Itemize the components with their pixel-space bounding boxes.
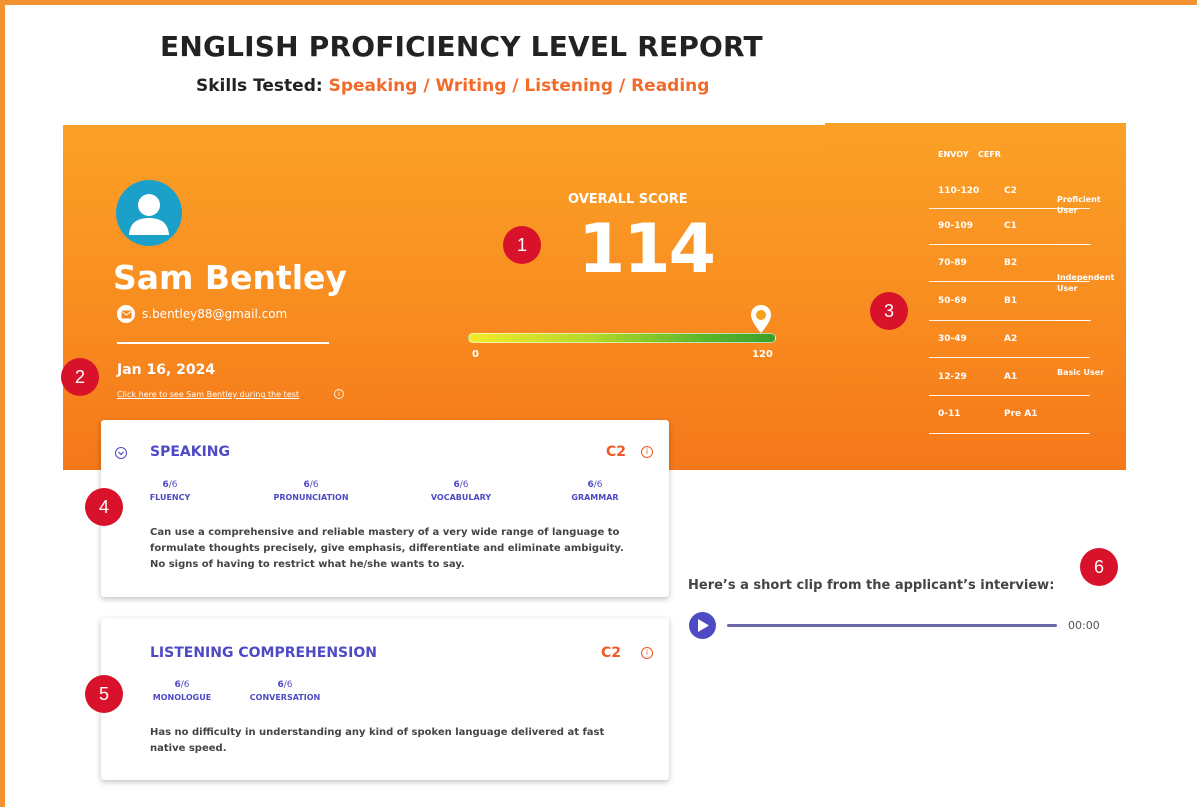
subscore-label: CONVERSATION	[249, 693, 321, 702]
listening-level: C2	[601, 645, 622, 661]
subscore-vocabulary: 6/6 VOCABULARY	[421, 480, 501, 502]
candidate-email[interactable]: s.bentley88@gmail.com	[142, 307, 287, 321]
skills-label: Skills Tested:	[196, 76, 323, 96]
avatar-icon	[116, 180, 182, 246]
subscore-label: FLUENCY	[149, 493, 191, 502]
subscore-monologue: 6/6 MONOLOGUE	[149, 680, 215, 702]
score-max: 120	[752, 349, 773, 360]
subscore-label: MONOLOGUE	[152, 693, 212, 702]
cefr-header-envoy: ENVOY	[938, 150, 969, 159]
listening-description: Has no difficulty in understanding any k…	[150, 727, 605, 754]
cefr-group-basic: Basic User	[1057, 368, 1105, 377]
cefr-envoy-range: 70-89	[938, 258, 967, 268]
callout-badge-2: 2	[61, 358, 99, 396]
summary-banner	[63, 125, 825, 470]
info-icon[interactable]: i	[334, 389, 344, 399]
cefr-row: 50-69 B1	[930, 296, 1090, 335]
subscore-value: 6/6	[277, 680, 293, 690]
audio-time: 00:00	[1068, 619, 1100, 632]
info-icon[interactable]: i	[641, 446, 653, 458]
cefr-envoy-range: 110-120	[938, 186, 980, 196]
callout-badge-6: 6	[1080, 548, 1118, 586]
cefr-level: C1	[1004, 221, 1017, 231]
speaking-title: SPEAKING	[150, 444, 231, 460]
overall-score-value: 114	[578, 210, 716, 289]
speaking-level: C2	[606, 444, 627, 460]
info-icon[interactable]: i	[641, 647, 653, 659]
location-pin-icon	[750, 305, 771, 333]
divider	[117, 342, 329, 344]
cefr-envoy-range: 0-11	[938, 409, 961, 419]
cefr-divider	[1055, 320, 1091, 321]
cefr-divider	[929, 357, 1090, 358]
callout-badge-4: 4	[85, 488, 123, 526]
score-progress-bar	[468, 333, 776, 343]
cefr-divider	[929, 395, 1090, 396]
cefr-row: 0-11 Pre A1	[930, 409, 1090, 448]
skills-tested: Skills Tested: Speaking / Writing / List…	[196, 76, 709, 96]
callout-badge-1: 1	[503, 226, 541, 264]
listening-card: LISTENING COMPREHENSION C2 i 6/6 MONOLOG…	[101, 618, 669, 780]
cefr-level: A1	[1004, 372, 1018, 382]
subscore-value: 6/6	[174, 680, 190, 690]
play-button[interactable]	[689, 612, 716, 639]
cefr-level: Pre A1	[1004, 409, 1038, 419]
cefr-level: B2	[1004, 258, 1018, 268]
listening-title: LISTENING COMPREHENSION	[150, 645, 377, 661]
test-video-link[interactable]: Click here to see Sam Bentley during the…	[117, 390, 299, 399]
cefr-level: C2	[1004, 186, 1017, 196]
overall-score-label: OVERALL SCORE	[568, 192, 688, 207]
play-icon	[698, 619, 709, 632]
cefr-divider	[929, 433, 1090, 434]
callout-badge-5: 5	[85, 675, 123, 713]
callout-badge-3: 3	[870, 292, 908, 330]
mail-icon	[117, 305, 135, 323]
cefr-envoy-range: 12-29	[938, 372, 967, 382]
speaking-card: SPEAKING C2 i 6/6 FLUENCY 6/6 PRONUNCIAT…	[101, 420, 669, 597]
cefr-envoy-range: 50-69	[938, 296, 967, 306]
cefr-level: B1	[1004, 296, 1018, 306]
report-title: ENGLISH PROFICIENCY LEVEL REPORT	[160, 30, 763, 63]
subscore-value: 6/6	[453, 480, 469, 490]
skills-value: Speaking / Writing / Listening / Reading	[328, 76, 710, 96]
cefr-header-cefr: CEFR	[978, 150, 1001, 159]
subscore-label: PRONUNCIATION	[273, 493, 349, 502]
clip-label: Here’s a short clip from the applicant’s…	[688, 578, 1055, 593]
subscore-label: GRAMMAR	[571, 493, 619, 502]
subscore-pronunciation: 6/6 PRONUNCIATION	[266, 480, 356, 502]
cefr-level: A2	[1004, 334, 1018, 344]
chevron-down-icon[interactable]	[115, 447, 127, 459]
cefr-envoy-range: 90-109	[938, 221, 974, 231]
cefr-row: 90-109 C1	[930, 221, 1090, 260]
candidate-name: Sam Bentley	[113, 258, 347, 297]
cefr-envoy-range: 30-49	[938, 334, 967, 344]
score-min: 0	[472, 349, 479, 360]
subscore-value: 6/6	[303, 480, 319, 490]
test-date: Jan 16, 2024	[117, 362, 216, 378]
subscore-label: VOCABULARY	[430, 493, 492, 502]
subscore-grammar: 6/6 GRAMMAR	[565, 480, 625, 502]
cefr-group-proficient: Proficient User	[1057, 195, 1101, 215]
cefr-group-independent: Independent User	[1057, 273, 1115, 293]
audio-progress-track[interactable]	[727, 624, 1057, 627]
subscore-conversation: 6/6 CONVERSATION	[241, 680, 329, 702]
subscore-value: 6/6	[162, 480, 178, 490]
subscore-fluency: 6/6 FLUENCY	[145, 480, 195, 502]
email-row: s.bentley88@gmail.com	[117, 305, 287, 323]
cefr-divider	[1055, 244, 1091, 245]
speaking-description: Can use a comprehensive and reliable mas…	[150, 527, 624, 570]
subscore-value: 6/6	[587, 480, 603, 490]
